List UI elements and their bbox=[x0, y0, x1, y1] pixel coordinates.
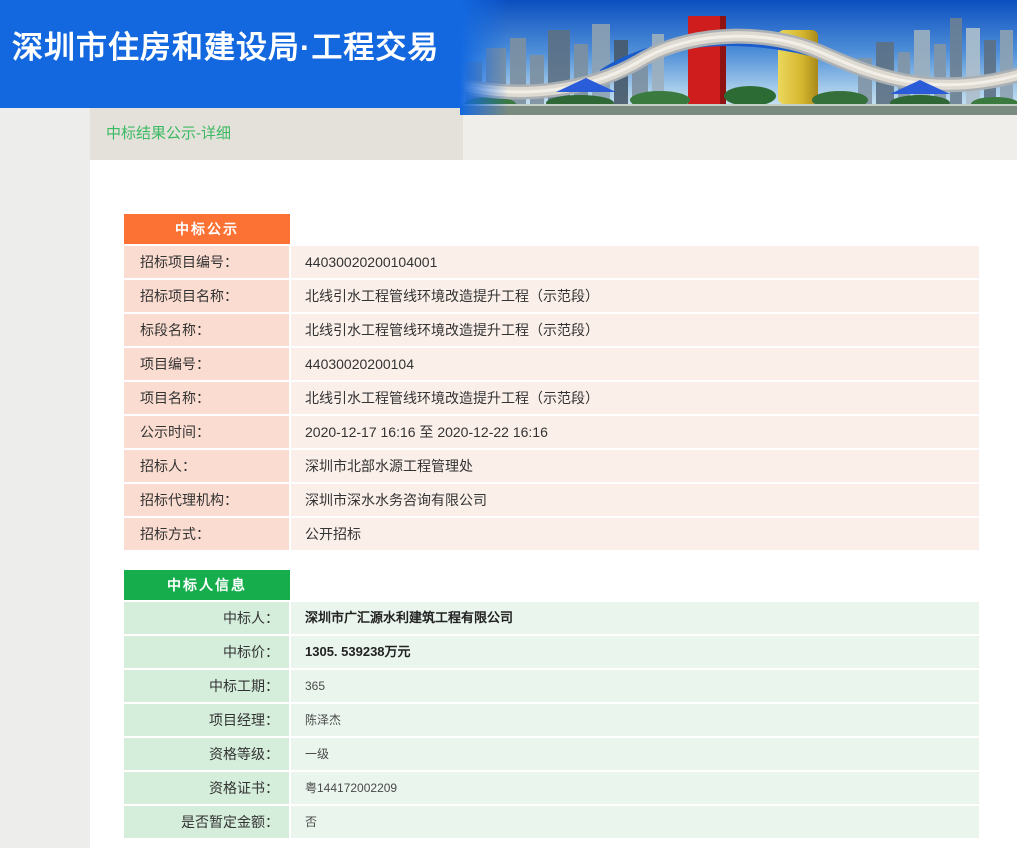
table-row: 是否暂定金额：否 bbox=[124, 806, 979, 838]
winner-info-table: 中标人：深圳市广汇源水利建筑工程有限公司中标价：1305. 539238万元中标… bbox=[124, 602, 979, 838]
field-label: 项目名称： bbox=[124, 382, 289, 414]
field-value: 2020-12-17 16:16 至 2020-12-22 16:16 bbox=[291, 416, 979, 448]
bid-announcement-table: 招标项目编号：44030020200104001招标项目名称：北线引水工程管线环… bbox=[124, 246, 979, 550]
field-label: 招标代理机构： bbox=[124, 484, 289, 516]
field-label: 公示时间： bbox=[124, 416, 289, 448]
table-row: 中标工期：365 bbox=[124, 670, 979, 702]
field-value: 1305. 539238万元 bbox=[291, 636, 979, 668]
field-value: 深圳市北部水源工程管理处 bbox=[291, 450, 979, 482]
field-label: 标段名称： bbox=[124, 314, 289, 346]
table-row: 招标项目编号：44030020200104001 bbox=[124, 246, 979, 278]
field-value: 44030020200104 bbox=[291, 348, 979, 380]
field-value: 粤144172002209 bbox=[291, 772, 979, 804]
bid-announcement-section-title: 中标公示 bbox=[124, 214, 290, 244]
table-row: 招标代理机构：深圳市深水水务咨询有限公司 bbox=[124, 484, 979, 516]
field-label: 中标工期： bbox=[124, 670, 289, 702]
site-title: 深圳市住房和建设局·工程交易 bbox=[12, 0, 439, 96]
table-row: 公示时间：2020-12-17 16:16 至 2020-12-22 16:16 bbox=[124, 416, 979, 448]
page-left-margin bbox=[0, 108, 90, 848]
field-value: 44030020200104001 bbox=[291, 246, 979, 278]
table-row: 项目编号：44030020200104 bbox=[124, 348, 979, 380]
field-value: 365 bbox=[291, 670, 979, 702]
winner-info-section: 中标人信息 中标人：深圳市广汇源水利建筑工程有限公司中标价：1305. 5392… bbox=[124, 570, 979, 838]
main-content: 中标公示 招标项目编号：44030020200104001招标项目名称：北线引水… bbox=[90, 160, 1017, 848]
field-value: 深圳市深水水务咨询有限公司 bbox=[291, 484, 979, 516]
tab-bid-result-detail[interactable]: 中标结果公示-详细 bbox=[90, 108, 463, 160]
table-row: 招标项目名称：北线引水工程管线环境改造提升工程（示范段） bbox=[124, 280, 979, 312]
table-row: 项目经理：陈泽杰 bbox=[124, 704, 979, 736]
field-value: 陈泽杰 bbox=[291, 704, 979, 736]
field-label: 资格等级： bbox=[124, 738, 289, 770]
cityscape-banner-image bbox=[460, 0, 1017, 115]
field-value: 北线引水工程管线环境改造提升工程（示范段） bbox=[291, 314, 979, 346]
field-label: 是否暂定金额： bbox=[124, 806, 289, 838]
field-value: 公开招标 bbox=[291, 518, 979, 550]
field-value: 北线引水工程管线环境改造提升工程（示范段） bbox=[291, 280, 979, 312]
field-label: 中标人： bbox=[124, 602, 289, 634]
table-row: 招标方式：公开招标 bbox=[124, 518, 979, 550]
field-label: 招标项目编号： bbox=[124, 246, 289, 278]
field-label: 资格证书： bbox=[124, 772, 289, 804]
breadcrumb-bar: 中标结果公示-详细 bbox=[90, 108, 1017, 160]
field-value: 否 bbox=[291, 806, 979, 838]
table-row: 招标人：深圳市北部水源工程管理处 bbox=[124, 450, 979, 482]
field-label: 招标方式： bbox=[124, 518, 289, 550]
table-row: 资格等级：一级 bbox=[124, 738, 979, 770]
field-value: 北线引水工程管线环境改造提升工程（示范段） bbox=[291, 382, 979, 414]
field-label: 招标项目名称： bbox=[124, 280, 289, 312]
field-label: 招标人： bbox=[124, 450, 289, 482]
table-row: 中标价：1305. 539238万元 bbox=[124, 636, 979, 668]
winner-info-section-title: 中标人信息 bbox=[124, 570, 290, 600]
field-label: 项目经理： bbox=[124, 704, 289, 736]
table-row: 资格证书：粤144172002209 bbox=[124, 772, 979, 804]
field-label: 中标价： bbox=[124, 636, 289, 668]
table-row: 中标人：深圳市广汇源水利建筑工程有限公司 bbox=[124, 602, 979, 634]
table-row: 项目名称：北线引水工程管线环境改造提升工程（示范段） bbox=[124, 382, 979, 414]
field-label: 项目编号： bbox=[124, 348, 289, 380]
field-value: 一级 bbox=[291, 738, 979, 770]
table-row: 标段名称：北线引水工程管线环境改造提升工程（示范段） bbox=[124, 314, 979, 346]
bid-announcement-section: 中标公示 招标项目编号：44030020200104001招标项目名称：北线引水… bbox=[124, 214, 979, 550]
field-value: 深圳市广汇源水利建筑工程有限公司 bbox=[291, 602, 979, 634]
